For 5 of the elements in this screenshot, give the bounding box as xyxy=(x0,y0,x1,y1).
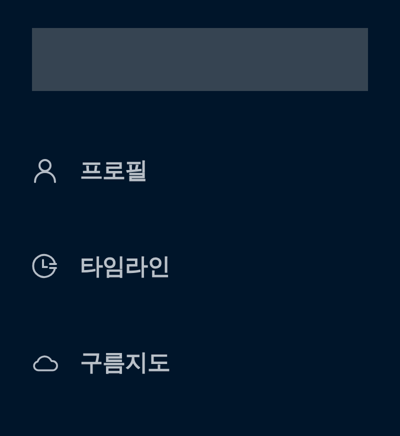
menu-item[interactable]: 구름지도 xyxy=(32,338,368,386)
menu-item[interactable]: 타임라인 xyxy=(32,242,368,290)
clock-icon xyxy=(32,253,58,279)
user-icon xyxy=(32,157,58,183)
menu-item[interactable]: 프로필 xyxy=(32,146,368,194)
